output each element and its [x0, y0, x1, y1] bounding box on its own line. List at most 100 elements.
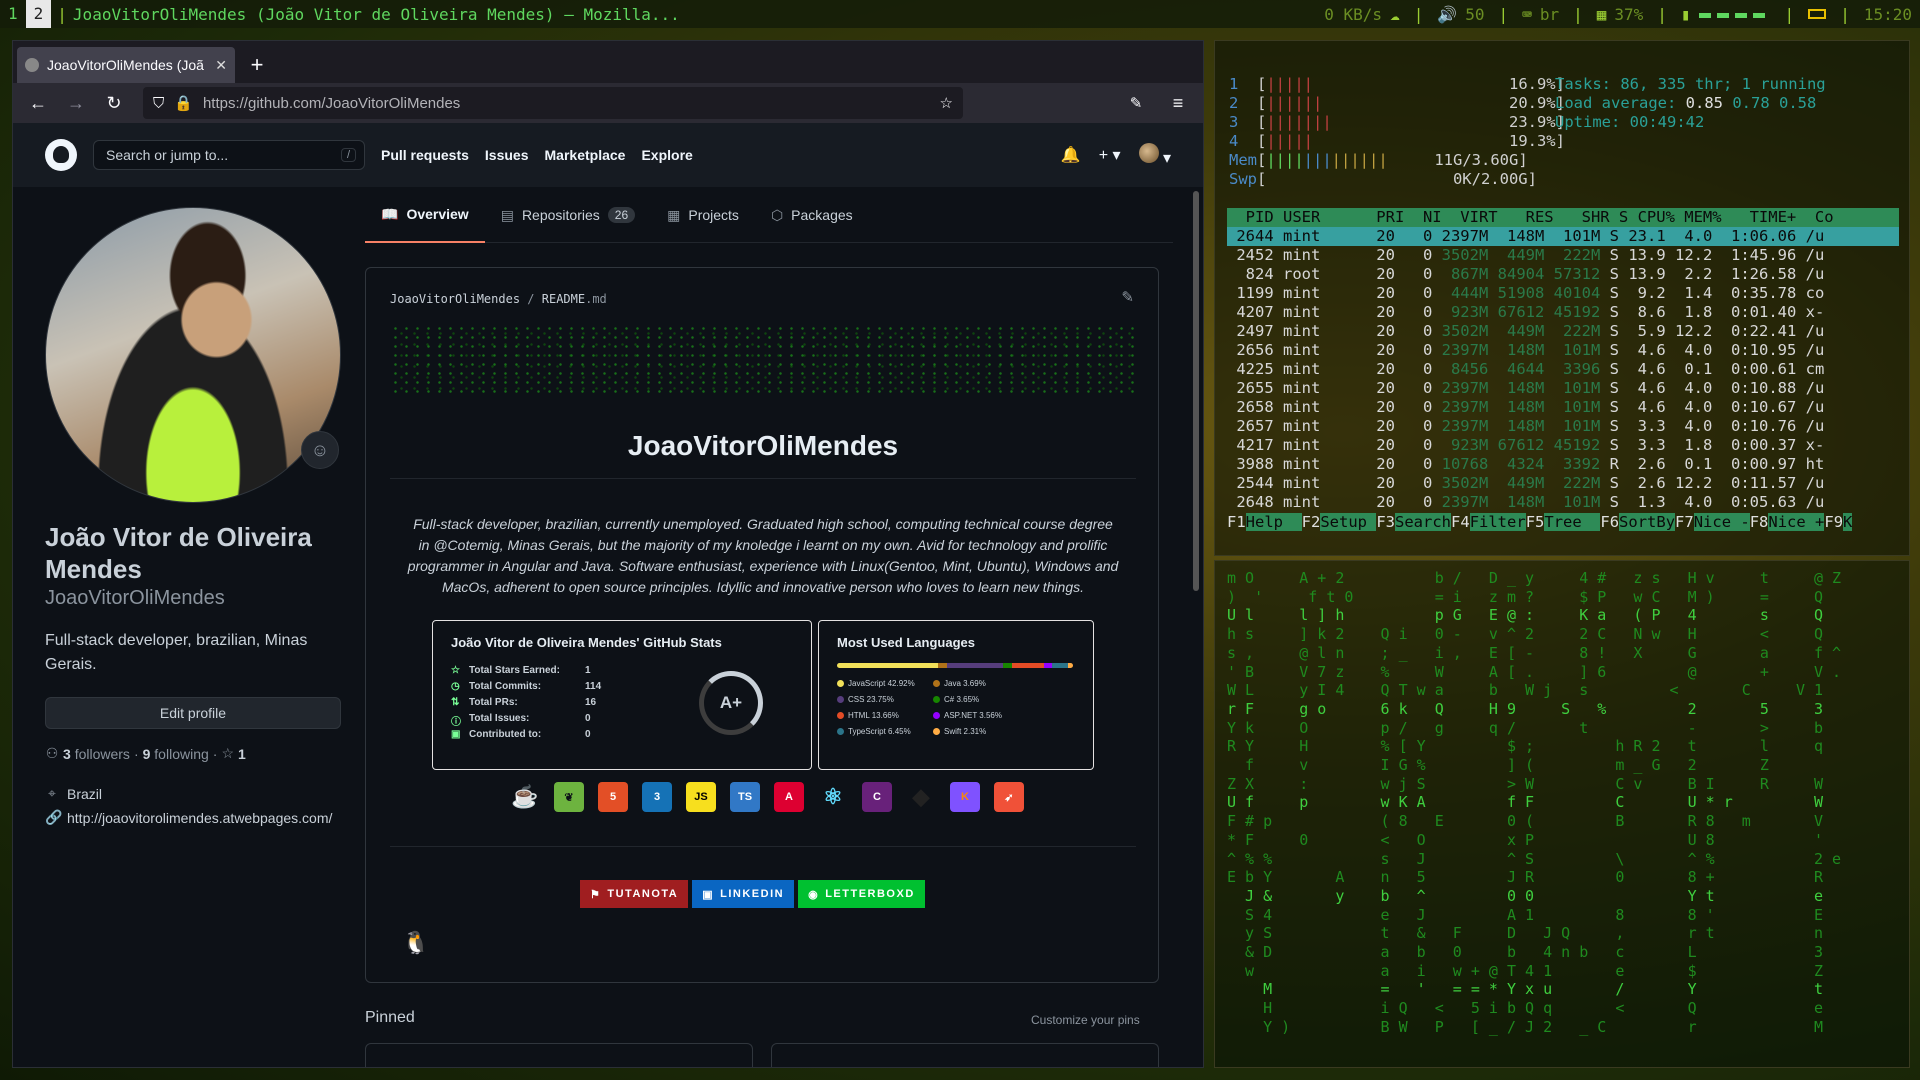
process-row[interactable]: 4207 mint 20 0 923M 67612 45192 S 8.6 1.… — [1227, 303, 1899, 322]
function-key[interactable]: F5 — [1526, 513, 1545, 531]
react-icon: ⚛ — [823, 784, 843, 809]
process-row[interactable]: 2657 mint 20 0 2397M 148M 101M S 3.3 4.0… — [1227, 417, 1899, 436]
language-bar-segment — [1067, 663, 1073, 668]
stat-row: ⓘ Total Issues: 0 — [451, 713, 591, 728]
function-key[interactable]: F8 — [1750, 513, 1769, 531]
process-row[interactable]: 2452 mint 20 0 3502M 449M 222M S 13.9 12… — [1227, 246, 1899, 265]
linkedin-badge[interactable]: ▣ LINKEDIN — [692, 880, 795, 908]
pencil-edit-icon[interactable]: ✎ — [1121, 288, 1134, 306]
process-row[interactable]: 2497 mint 20 0 3502M 449M 222M S 5.9 12.… — [1227, 322, 1899, 341]
edit-profile-button[interactable]: Edit profile — [45, 697, 341, 729]
bookmark-star-icon[interactable]: ☆ — [940, 94, 953, 112]
readme-user-link[interactable]: JoaoVitorOliMendes — [390, 292, 520, 306]
function-key[interactable]: F7 — [1675, 513, 1694, 531]
process-row[interactable]: 2544 mint 20 0 3502M 449M 222M S 2.6 12.… — [1227, 474, 1899, 493]
stars-count[interactable]: 1 — [238, 746, 246, 762]
process-row[interactable]: 2655 mint 20 0 2397M 148M 101M S 4.6 4.0… — [1227, 379, 1899, 398]
function-key-label[interactable]: Help — [1245, 513, 1302, 531]
tab-repositories[interactable]: ▤ Repositories 26 — [485, 187, 651, 243]
process-row[interactable]: 1199 mint 20 0 444M 51908 40104 S 9.2 1.… — [1227, 284, 1899, 303]
nav-marketplace[interactable]: Marketplace — [545, 147, 626, 163]
url-text[interactable]: https://github.com/JoaoVitorOliMendes — [203, 95, 930, 112]
workspace-2-button[interactable]: 2 — [25, 0, 52, 28]
star-icon[interactable]: ☆ — [221, 745, 234, 762]
tab-overview[interactable]: 📖 Overview — [365, 187, 485, 243]
function-key-label[interactable]: Nice + — [1768, 513, 1825, 531]
language-color-dot — [837, 696, 844, 703]
smiley-status-icon[interactable]: ☺ — [301, 431, 339, 469]
process-row[interactable]: 2656 mint 20 0 2397M 148M 101M S 4.6 4.0… — [1227, 341, 1899, 360]
create-new-dropdown[interactable]: + ▾ — [1099, 145, 1121, 165]
angular-icon: A — [774, 782, 804, 812]
url-bar[interactable]: ⛉ 🔒 https://github.com/JoaoVitorOliMende… — [143, 87, 963, 119]
function-key-label[interactable]: Search — [1395, 513, 1452, 531]
pen-extension-icon[interactable]: ✎ — [1119, 87, 1153, 119]
function-key[interactable]: F1 — [1227, 513, 1246, 531]
lock-icon[interactable]: 🔒 — [174, 94, 193, 112]
cmatrix-terminal[interactable]: m O A + 2 b / D _ y 4 # z s H v t @ Z) '… — [1214, 560, 1910, 1068]
process-row[interactable]: 2648 mint 20 0 2397M 148M 101M S 1.3 4.0… — [1227, 493, 1899, 512]
function-key[interactable]: F2 — [1302, 513, 1321, 531]
scrollbar[interactable] — [1193, 191, 1199, 591]
function-key-label[interactable]: Nice - — [1693, 513, 1750, 531]
followers-link[interactable]: 3 followers — [63, 746, 130, 762]
forward-button[interactable]: → — [59, 87, 93, 119]
following-link[interactable]: 9 following — [143, 746, 209, 762]
function-key-label[interactable]: Tree — [1544, 513, 1601, 531]
language-color-dot — [837, 712, 844, 719]
profile-readme: JoaoVitorOliMendes / README.md ✎ JoaoVit… — [365, 267, 1159, 983]
keyboard-layout[interactable]: br — [1540, 5, 1559, 24]
nav-pull-requests[interactable]: Pull requests — [381, 147, 469, 163]
firefox-window: JoaoVitorOliMendes (Joã ✕ + ← → ↻ ⛉ 🔒 ht… — [12, 40, 1204, 1068]
reload-button[interactable]: ↻ — [97, 87, 131, 119]
github-header: Search or jump to... / Pull requests Iss… — [13, 123, 1203, 187]
tutanota-badge[interactable]: ⚑ TUTANOTA — [580, 880, 689, 908]
process-row[interactable]: 2644 mint 20 0 2397M 148M 101M S 23.1 4.… — [1227, 227, 1899, 246]
tab-projects[interactable]: ▦ Projects — [651, 187, 755, 243]
nav-explore[interactable]: Explore — [641, 147, 692, 163]
workspace-1-button[interactable]: 1 — [0, 0, 26, 28]
nav-issues[interactable]: Issues — [485, 147, 529, 163]
new-tab-button[interactable]: + — [239, 47, 275, 83]
process-row[interactable]: 4225 mint 20 0 8456 4644 3396 S 4.6 0.1 … — [1227, 360, 1899, 379]
function-key[interactable]: F3 — [1376, 513, 1395, 531]
tab-packages[interactable]: ⬡ Packages — [755, 187, 869, 243]
process-row[interactable]: 824 root 20 0 867M 84904 57312 S 13.9 2.… — [1227, 265, 1899, 284]
customize-pins-link[interactable]: Customize your pins — [1031, 1013, 1140, 1027]
process-row[interactable]: 3988 mint 20 0 10768 4324 3392 R 2.6 0.1… — [1227, 455, 1899, 474]
function-key[interactable]: F4 — [1451, 513, 1470, 531]
volume-icon[interactable]: 🔊 — [1437, 5, 1457, 24]
stat-row: ▣ Contributed to: 0 — [451, 729, 591, 740]
pinned-repo-card[interactable] — [365, 1043, 753, 1067]
javascript-icon: JS — [686, 782, 716, 812]
function-key[interactable]: F9 — [1824, 513, 1843, 531]
function-key-bar: F1Help F2Setup F3SearchF4FilterF5Tree F6… — [1227, 513, 1899, 532]
pinned-repo-card[interactable] — [771, 1043, 1159, 1067]
htop-terminal[interactable]: 1 [||||| 16.9%] 2 [|||||| 20.9%] 3 [||||… — [1214, 40, 1910, 556]
menu-hamburger-icon[interactable]: ≡ — [1161, 87, 1195, 119]
function-key-label[interactable]: K — [1843, 513, 1853, 531]
close-icon[interactable]: ✕ — [215, 57, 227, 74]
uptime: Uptime: 00:49:42 — [1555, 113, 1705, 131]
profile-avatar[interactable] — [45, 207, 341, 503]
user-menu-dropdown[interactable]: ▾ — [1138, 142, 1171, 168]
function-key-label[interactable]: Setup — [1320, 513, 1377, 531]
back-button[interactable]: ← — [21, 87, 55, 119]
function-key-label[interactable]: Filter — [1469, 513, 1526, 531]
website-link[interactable]: http://joaovitorolimendes.atwebpages.com… — [67, 810, 332, 826]
search-input[interactable]: Search or jump to... / — [93, 140, 365, 170]
process-table-header[interactable]: PID USER PRI NI VIRT RES SHR S CPU% MEM%… — [1227, 208, 1899, 227]
process-row[interactable]: 2658 mint 20 0 2397M 148M 101M S 4.6 4.0… — [1227, 398, 1899, 417]
readme-file-link[interactable]: README — [542, 292, 585, 306]
bell-icon[interactable]: 🔔 — [1061, 145, 1081, 165]
language-item: Java 3.69% — [933, 679, 986, 688]
cloud-icon: ☁ — [1390, 4, 1400, 24]
function-key[interactable]: F6 — [1600, 513, 1619, 531]
shield-icon[interactable]: ⛉ — [153, 95, 164, 112]
browser-tab[interactable]: JoaoVitorOliMendes (Joã ✕ — [17, 47, 235, 83]
language-item: HTML 13.66% — [837, 711, 899, 720]
github-logo-icon[interactable] — [45, 139, 77, 171]
function-key-label[interactable]: SortBy — [1619, 513, 1676, 531]
process-row[interactable]: 4217 mint 20 0 923M 67612 45192 S 3.3 1.… — [1227, 436, 1899, 455]
letterboxd-badge[interactable]: ◉ LETTERBOXD — [798, 880, 925, 908]
